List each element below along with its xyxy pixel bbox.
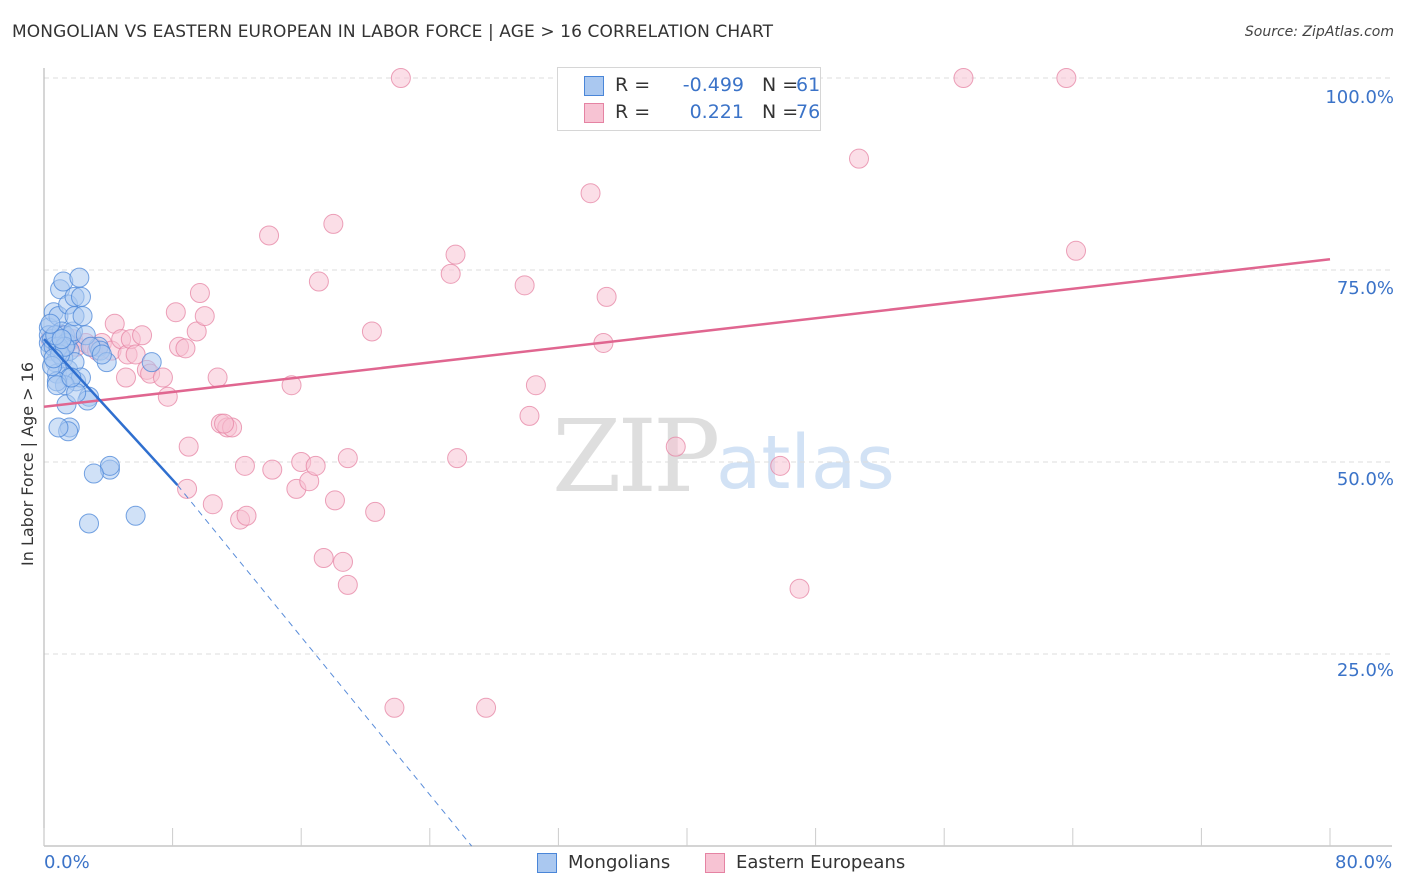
mongolians-point [91, 344, 112, 365]
n-value: 76 [796, 101, 821, 123]
trend-lines [43, 258, 1331, 847]
eastern-europeans-point [445, 244, 466, 265]
eastern-europeans-point [234, 455, 255, 476]
eastern-europeans-point [440, 263, 461, 284]
eastern-europeans-point [189, 283, 210, 304]
grid-lines [44, 77, 1392, 655]
mongolians-point [69, 267, 90, 288]
mongolians-point [125, 505, 146, 526]
y-tick-label-25: 25.0% [1336, 660, 1394, 681]
mongolians-point [51, 329, 72, 350]
n-value: 61 [796, 74, 821, 96]
eastern-europeans-point [332, 551, 353, 572]
eastern-europeans-point [308, 271, 329, 292]
mongolians-point [79, 513, 100, 534]
mongolians-point [70, 286, 91, 307]
eastern-europeans-point [194, 306, 215, 327]
eastern-europeans-point [313, 548, 334, 568]
eastern-europeans-point [337, 574, 358, 595]
mongolians-point [48, 417, 69, 438]
eastern-europeans-point [665, 436, 686, 457]
eastern-europeans-point [390, 68, 411, 88]
eastern-europeans-trend-line [43, 258, 1331, 408]
eastern-europeans-point [262, 459, 283, 480]
eastern-europeans-point [132, 325, 153, 346]
mongolians-point [141, 352, 162, 373]
eastern-europeans-swatch [584, 103, 604, 123]
eastern-europeans-point [175, 338, 196, 359]
eastern-europeans-point [236, 505, 257, 526]
x-tick-label-min: 0.0% [44, 852, 90, 873]
eastern-europeans-point [361, 321, 382, 342]
r-value: 0.221 [689, 101, 744, 123]
eastern-europeans-point [202, 494, 223, 515]
eastern-europeans-point [115, 367, 136, 388]
eastern-europeans-points [40, 68, 1087, 718]
eastern-europeans-point [953, 68, 974, 88]
x-tick-label-max: 80.0% [1335, 852, 1393, 873]
eastern-europeans-legend-swatch [705, 853, 725, 873]
eastern-europeans-point [476, 697, 497, 718]
eastern-europeans-point [365, 501, 386, 522]
mongolians-legend-swatch [537, 853, 557, 873]
eastern-europeans-point [1056, 68, 1077, 88]
legend-label: Mongolians [568, 852, 671, 873]
eastern-europeans-point [214, 413, 235, 434]
eastern-europeans-point [525, 375, 546, 396]
eastern-europeans-point [157, 386, 178, 407]
mongolians-trend-extension [177, 484, 472, 847]
eastern-europeans-point [596, 286, 617, 307]
eastern-europeans-point [165, 302, 186, 323]
eastern-europeans-point [178, 436, 199, 457]
eastern-europeans-point [323, 213, 344, 234]
eastern-europeans-point [519, 405, 540, 426]
y-tick-label-50: 50.0% [1336, 469, 1394, 490]
eastern-europeans-point [770, 455, 791, 476]
eastern-europeans-point [259, 225, 280, 246]
n-label: N = [762, 74, 799, 96]
eastern-europeans-point [789, 578, 810, 599]
eastern-europeans-point [305, 455, 326, 476]
scatter-plot [38, 68, 1392, 847]
stats-box: R = -0.499 N = 61 R = 0.221 N = 76 [557, 67, 821, 131]
y-tick-label-75: 75.0% [1336, 278, 1394, 299]
eastern-europeans-point [384, 697, 405, 718]
eastern-europeans-point [207, 367, 228, 388]
eastern-europeans-point [337, 448, 358, 469]
mongolians-swatch [584, 76, 604, 96]
eastern-europeans-point [849, 148, 870, 169]
r-value: -0.499 [682, 74, 744, 96]
mongolians-point [72, 306, 93, 327]
n-label: N = [762, 101, 799, 123]
eastern-europeans-point [580, 183, 601, 204]
mongolians-point [83, 463, 104, 484]
eastern-europeans-point [324, 490, 345, 511]
eastern-europeans-point [1066, 240, 1087, 261]
eastern-europeans-point [514, 275, 535, 296]
eastern-europeans-point [447, 448, 468, 469]
y-tick-label-100: 100.0% [1325, 87, 1394, 108]
y-axis-label: In Labor Force | Age > 16 [18, 361, 37, 566]
legend-label: Eastern Europeans [736, 852, 906, 873]
